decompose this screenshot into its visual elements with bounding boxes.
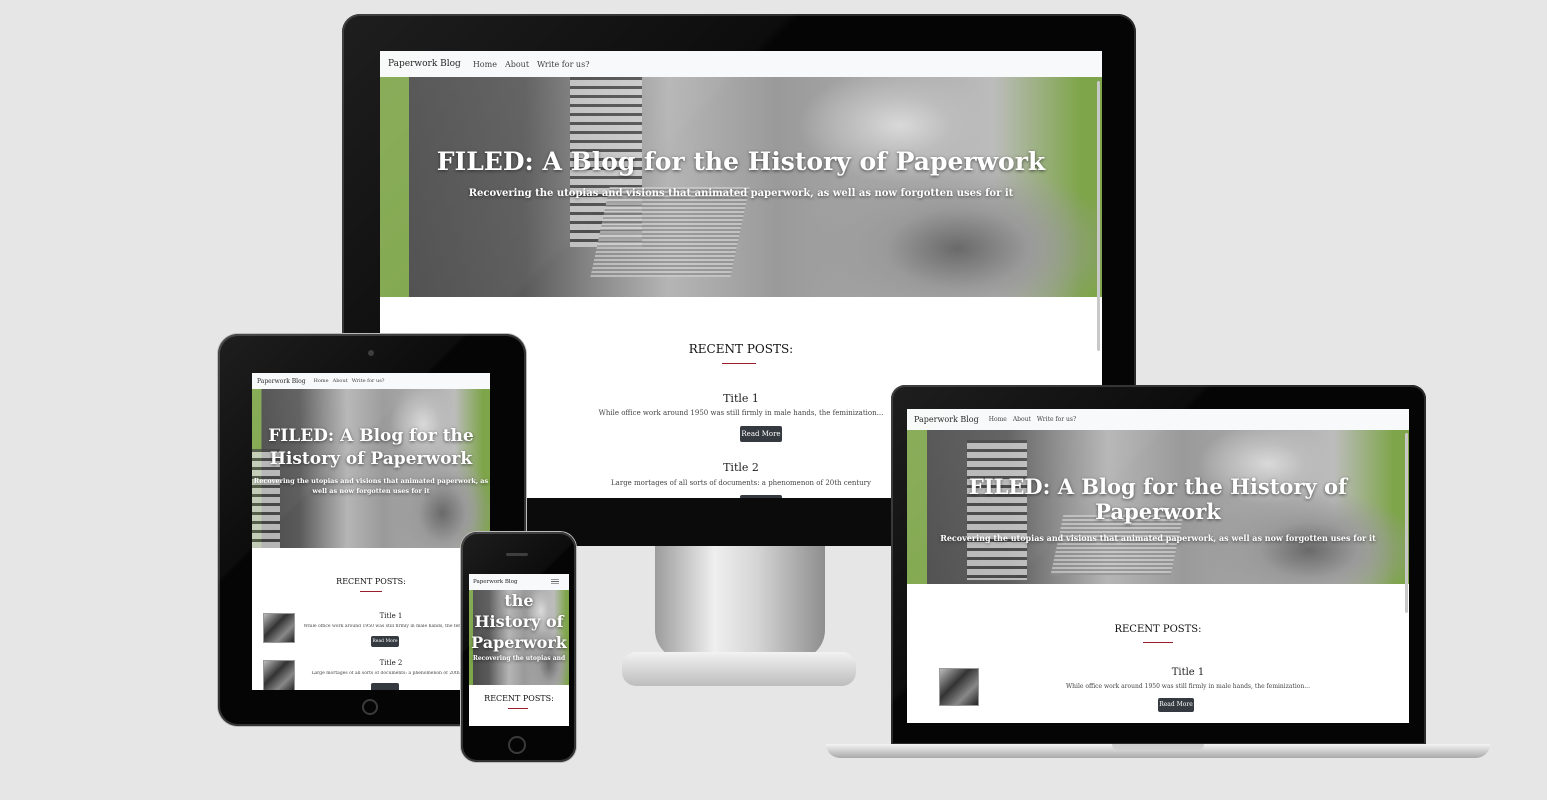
brand-link[interactable]: Paperwork Blog bbox=[473, 579, 518, 585]
hero-banner: FILED: A Blog for the History of Paperwo… bbox=[907, 430, 1409, 584]
hero-title-line-1: FILED: A Blog for the bbox=[268, 426, 474, 446]
hero-subtitle: Recovering the utopias and visions that … bbox=[940, 533, 1376, 543]
nav-write-for-us[interactable]: Write for us? bbox=[1037, 416, 1076, 423]
hero-banner: the History of Paperwork Recovering the … bbox=[469, 590, 569, 685]
brand-link[interactable]: Paperwork Blog bbox=[388, 59, 461, 69]
hamburger-icon[interactable] bbox=[551, 581, 559, 582]
nav-write-for-us[interactable]: Write for us? bbox=[537, 60, 589, 69]
recent-posts-heading: RECENT POSTS: bbox=[1114, 624, 1202, 635]
hero-title-line-2: History of bbox=[474, 612, 564, 631]
read-more-button-2[interactable] bbox=[740, 495, 782, 498]
monitor-stand-neck bbox=[655, 545, 825, 660]
hero-title: FILED: A Blog for the History of Paperwo… bbox=[436, 147, 1046, 176]
tablet-camera bbox=[368, 350, 374, 356]
nav-write-for-us[interactable]: Write for us? bbox=[352, 378, 385, 384]
scrollbar[interactable] bbox=[1405, 433, 1408, 613]
tablet-screen: Paperwork Blog Home About Write for us? … bbox=[252, 373, 490, 690]
read-more-button-1[interactable]: Read More bbox=[740, 426, 782, 442]
navbar: Paperwork Blog Home About Write for us? bbox=[907, 409, 1409, 431]
phone-home-button[interactable] bbox=[508, 736, 526, 754]
post-thumbnail-1[interactable] bbox=[263, 613, 295, 643]
navbar: Paperwork Blog Home About Write for us? bbox=[380, 51, 1102, 78]
post-thumbnail-2[interactable] bbox=[263, 660, 295, 690]
nav-about[interactable]: About bbox=[505, 60, 529, 69]
hero-title-line-1: the bbox=[504, 591, 534, 610]
heading-underline bbox=[508, 708, 528, 709]
heading-underline bbox=[1143, 642, 1173, 643]
laptop-notch bbox=[1112, 744, 1204, 750]
hero-subtitle: Recovering the utopias and visions that … bbox=[468, 188, 1014, 199]
read-more-button-1[interactable]: Read More bbox=[1158, 698, 1194, 712]
nav-about[interactable]: About bbox=[333, 378, 348, 384]
heading-underline bbox=[360, 591, 382, 592]
nav-home[interactable]: Home bbox=[989, 416, 1007, 423]
navbar: Paperwork Blog bbox=[469, 574, 569, 591]
phone-speaker bbox=[506, 553, 528, 556]
heading-underline bbox=[722, 363, 756, 364]
hero-title-line-2: History of Paperwork bbox=[269, 449, 473, 469]
post-title-1[interactable]: Title 1 bbox=[967, 667, 1409, 678]
scrollbar[interactable] bbox=[1097, 81, 1100, 351]
post-excerpt-1: While office work around 1950 was still … bbox=[1066, 683, 1310, 690]
ledger-image bbox=[590, 187, 750, 277]
brand-link[interactable]: Paperwork Blog bbox=[257, 378, 306, 385]
tablet-home-button[interactable] bbox=[362, 699, 378, 715]
hero-banner: FILED: A Blog for the History of Paperwo… bbox=[380, 77, 1102, 297]
navbar: Paperwork Blog Home About Write for us? bbox=[252, 373, 490, 390]
recent-posts-heading: RECENT POSTS: bbox=[484, 694, 554, 703]
nav-about[interactable]: About bbox=[1013, 416, 1031, 423]
laptop-screen: Paperwork Blog Home About Write for us? … bbox=[907, 409, 1409, 723]
hero-banner: FILED: A Blog for the History of Paperwo… bbox=[252, 389, 490, 548]
nav-home[interactable]: Home bbox=[314, 378, 329, 384]
nav-home[interactable]: Home bbox=[473, 60, 497, 69]
hero-title-line-3: Paperwork bbox=[471, 633, 567, 652]
monitor-stand-base bbox=[622, 652, 856, 686]
hero-subtitle-line-2: well as now forgotten uses for it bbox=[312, 487, 430, 495]
hero-title: FILED: A Blog for the History of Paperwo… bbox=[968, 474, 1348, 524]
recent-posts-heading: RECENT POSTS: bbox=[336, 577, 406, 586]
brand-link[interactable]: Paperwork Blog bbox=[914, 415, 979, 424]
hero-subtitle-line-1: Recovering the utopias and visions that … bbox=[253, 477, 489, 485]
read-more-button-2[interactable] bbox=[371, 683, 399, 690]
hero-subtitle: Recovering the utopias and bbox=[472, 655, 566, 662]
read-more-button-1[interactable]: Read More bbox=[371, 636, 399, 647]
phone-screen: Paperwork Blog the History of Paperwork … bbox=[469, 574, 569, 726]
